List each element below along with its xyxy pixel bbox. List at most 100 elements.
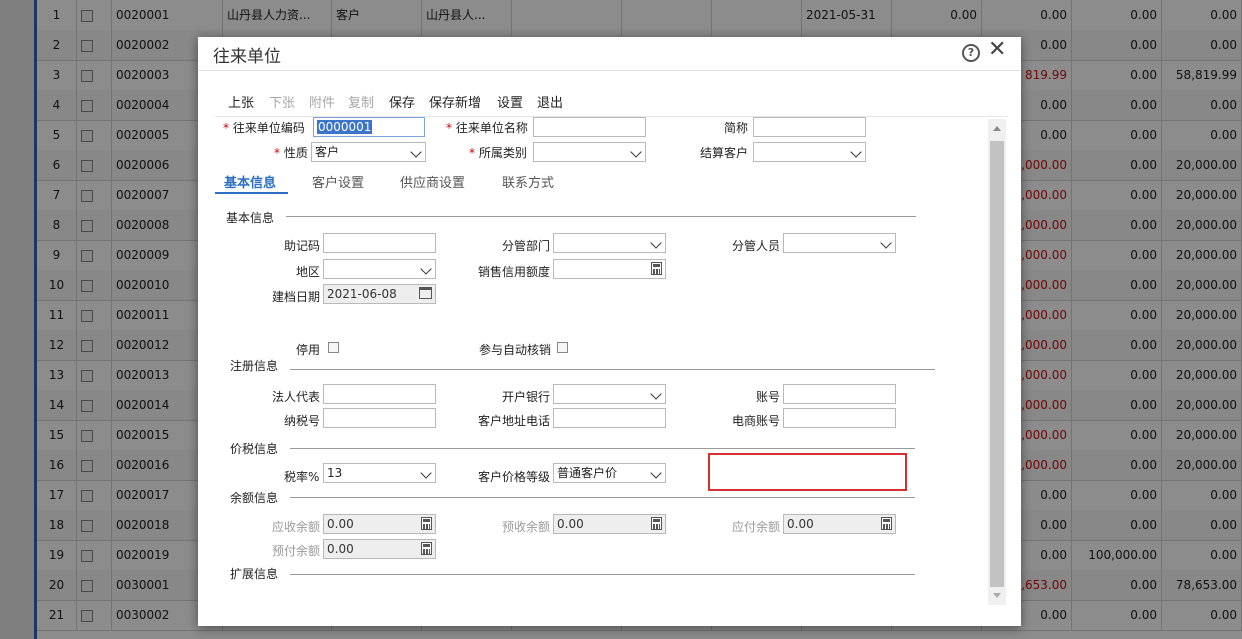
tax-rate-select[interactable]: 13 [323,463,436,483]
address-phone-input[interactable] [553,408,666,428]
chevron-down-icon [850,146,862,158]
dialog-title: 往来单位 [213,47,281,67]
short-name-label: 简称 [724,121,749,135]
dept-select[interactable] [553,233,666,253]
section-price-tax: 价税信息 [230,442,279,456]
required-mark: * [223,121,229,135]
tax-no-input[interactable] [323,408,436,428]
category-label: * 所属类别 [469,146,527,160]
code-input[interactable]: 0000001 [313,117,425,137]
auto-verify-checkbox[interactable] [557,342,568,353]
save-new-button[interactable]: 保存新增 [429,92,481,111]
address-phone-label: 客户地址电话 [478,414,551,428]
chevron-down-icon [420,263,432,275]
dialog-scrollbar[interactable] [988,119,1006,605]
auto-verify-label: 参与自动核销 [479,343,552,357]
settle-customer-label: 结算客户 [700,146,749,160]
staff-label: 分管人员 [732,239,781,253]
scrollbar-thumb[interactable] [990,141,1004,587]
scroll-down-arrow-icon[interactable] [993,593,1001,598]
dept-label: 分管部门 [502,239,551,253]
next-button[interactable]: 下张 [269,92,295,111]
settings-button[interactable]: 设置 [497,92,523,111]
ecom-account-label: 电商账号 [732,414,781,428]
created-date-input: 2021-06-08 [323,284,436,304]
chevron-down-icon [420,467,432,479]
chevron-down-icon [880,237,892,249]
disable-label: 停用 [296,343,321,357]
name-label: * 往来单位名称 [446,121,528,135]
section-basic-info: 基本信息 [226,211,275,225]
partner-dialog: 往来单位 ? ✕ 上张 下张 附件 复制 保存 保存新增 设置 退出 * 往来单… [198,37,1021,626]
bank-select[interactable] [553,384,666,404]
prev-button[interactable]: 上张 [228,92,254,111]
disable-checkbox[interactable] [328,342,339,353]
legal-rep-label: 法人代表 [272,390,321,404]
chevron-down-icon [410,146,422,158]
section-divider [286,216,916,217]
calculator-icon[interactable] [651,262,662,275]
account-label: 账号 [756,390,781,404]
title-divider [198,70,1021,71]
tab-customer-settings[interactable]: 客户设置 [312,172,364,191]
scroll-up-arrow-icon[interactable] [993,126,1001,131]
nature-label: * 性质 [274,146,308,160]
section-divider [290,369,935,370]
tab-basic-info[interactable]: 基本信息 [224,172,276,191]
category-select[interactable] [533,142,646,162]
nature-select[interactable]: 客户 [311,142,426,162]
short-name-input[interactable] [753,117,866,137]
receivable-input: 0.00 [323,514,436,534]
calculator-icon [421,517,432,530]
staff-select[interactable] [783,233,896,253]
tax-rate-label: 税率% [284,470,320,484]
tax-no-label: 纳税号 [284,414,321,428]
required-mark: * [274,146,280,160]
exit-button[interactable]: 退出 [537,92,563,111]
section-registration: 注册信息 [230,359,279,373]
tab-supplier-settings[interactable]: 供应商设置 [400,172,465,191]
payable-input: 0.00 [783,514,896,534]
price-level-select[interactable]: 普通客户价 [553,463,666,483]
calculator-icon [421,542,432,555]
help-icon[interactable]: ? [962,44,980,62]
highlight-box [708,453,907,491]
legal-rep-input[interactable] [323,384,436,404]
calculator-icon [881,517,892,530]
close-icon[interactable]: ✕ [988,38,1006,62]
tab-contact[interactable]: 联系方式 [502,172,554,191]
payable-label: 应付余额 [732,520,781,534]
save-button[interactable]: 保存 [389,92,415,111]
copy-button[interactable]: 复制 [348,92,374,111]
name-input[interactable] [533,117,646,137]
chevron-down-icon [650,237,662,249]
region-label: 地区 [296,265,321,279]
calendar-icon [419,287,432,299]
required-mark: * [446,121,452,135]
ecom-account-input[interactable] [783,408,896,428]
prereceive-input: 0.00 [553,514,666,534]
prereceive-label: 预收余额 [502,520,551,534]
credit-limit-input[interactable] [553,259,666,279]
region-select[interactable] [323,259,436,279]
code-label: * 往来单位编码 [223,121,305,135]
created-date-label: 建档日期 [272,290,321,304]
prepay-input: 0.00 [323,539,436,559]
mnemonic-label: 助记码 [284,239,321,253]
section-extended: 扩展信息 [230,567,279,581]
prepay-label: 预付余额 [272,544,321,558]
mnemonic-input[interactable] [323,233,436,253]
receivable-label: 应收余额 [272,520,321,534]
chevron-down-icon [650,467,662,479]
account-input[interactable] [783,384,896,404]
attach-button[interactable]: 附件 [309,92,335,111]
settle-customer-select[interactable] [753,142,866,162]
price-level-label: 客户价格等级 [478,470,551,484]
credit-limit-label: 销售信用额度 [478,265,551,279]
section-divider [290,497,915,498]
chevron-down-icon [650,388,662,400]
required-mark: * [469,146,475,160]
bank-label: 开户银行 [502,390,551,404]
active-tab-indicator [215,192,288,194]
calculator-icon [651,517,662,530]
